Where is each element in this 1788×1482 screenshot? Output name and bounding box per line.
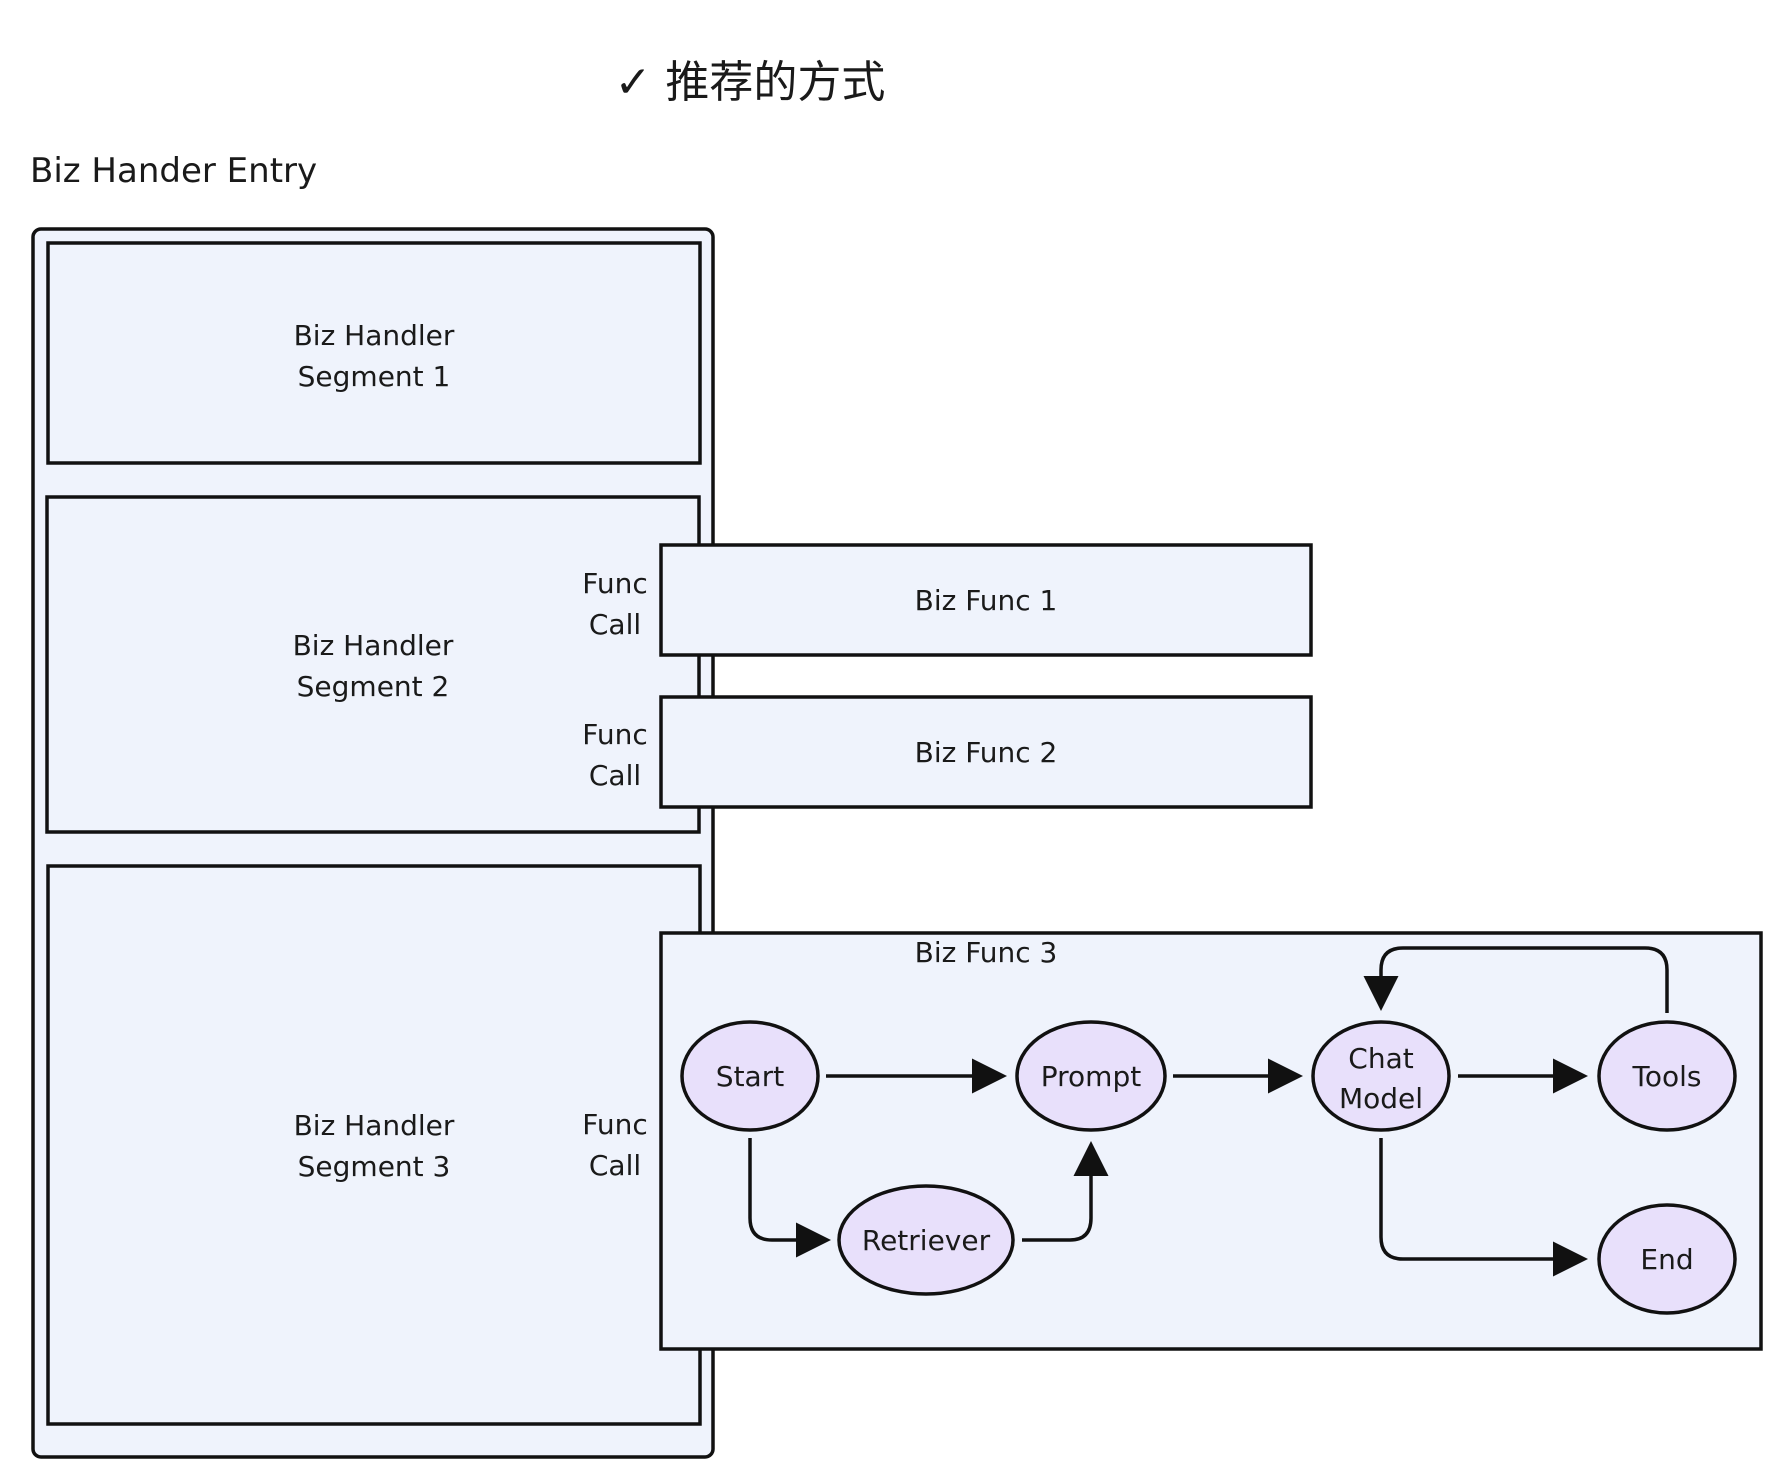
- flow-diagram: ✓ 推荐的方式 Biz Hander Entry Biz Handler Seg…: [30, 57, 1763, 1459]
- segment-1-box: [46, 241, 702, 465]
- diagram-title: ✓ 推荐的方式: [615, 57, 886, 108]
- entry-label: Biz Hander Entry: [30, 151, 317, 191]
- func-call-2-line2: Call: [589, 759, 641, 792]
- func-call-2-line1: Func: [582, 718, 647, 751]
- node-prompt-label: Prompt: [1041, 1060, 1141, 1093]
- segment-2-label-line1: Biz Handler: [293, 629, 454, 662]
- segment-1-label-line1: Biz Handler: [294, 319, 455, 352]
- biz-func-3-label: Biz Func 3: [915, 936, 1058, 969]
- node-retriever-label: Retriever: [862, 1224, 991, 1257]
- segment-3-label-line1: Biz Handler: [294, 1109, 455, 1142]
- node-tools-label: Tools: [1632, 1060, 1702, 1093]
- node-chat-model-label-line2: Model: [1339, 1082, 1423, 1115]
- node-start-label: Start: [716, 1060, 784, 1093]
- segment-3-box: [46, 864, 702, 1426]
- func-call-3-line2: Call: [589, 1149, 641, 1182]
- node-end-label: End: [1640, 1243, 1693, 1276]
- node-chat-model-label-line1: Chat: [1348, 1042, 1413, 1075]
- segment-3-label-line2: Segment 3: [298, 1150, 451, 1183]
- segment-2-label-line2: Segment 2: [297, 670, 450, 703]
- biz-func-3-box: [659, 931, 1763, 1351]
- func-call-1-line2: Call: [589, 608, 641, 641]
- func-call-3-line1: Func: [582, 1108, 647, 1141]
- segment-1-label-line2: Segment 1: [298, 360, 451, 393]
- biz-func-2-label: Biz Func 2: [915, 736, 1058, 769]
- biz-func-1-label: Biz Func 1: [915, 584, 1058, 617]
- func-call-1-line1: Func: [582, 567, 647, 600]
